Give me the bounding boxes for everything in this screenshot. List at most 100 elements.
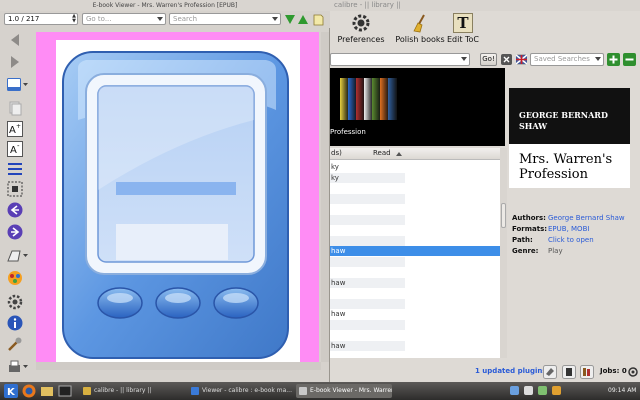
book-page-view[interactable] (36, 32, 319, 362)
detail-key: Genre: (512, 247, 539, 255)
page-number-spinbox[interactable]: 1.0 / 217 ▲ ▼ (4, 13, 78, 25)
table-row[interactable] (330, 225, 405, 235)
table-row[interactable] (330, 214, 405, 225)
updated-plugins-link[interactable]: 1 updated plugins (475, 367, 547, 375)
toggle-toc-icon[interactable] (7, 77, 29, 93)
volume-icon[interactable] (524, 386, 533, 395)
table-row[interactable] (330, 193, 405, 204)
horizontal-scrollbar[interactable] (36, 362, 321, 370)
preferences-button[interactable]: Preferences (336, 13, 386, 47)
table-row[interactable] (330, 267, 405, 277)
table-row[interactable] (330, 235, 405, 246)
taskbar-task[interactable]: E-book Viewer - Mrs. Warren's Pr... (296, 384, 392, 398)
previous-page-icon[interactable] (7, 202, 23, 218)
saved-searches-combo[interactable]: Saved Searches (530, 53, 604, 66)
table-row[interactable] (330, 288, 405, 298)
flag-icon[interactable] (516, 54, 527, 65)
search-input[interactable]: Search (169, 13, 281, 25)
delete-search-icon[interactable] (623, 53, 636, 66)
calibre-search-row: Go! Saved Searches (330, 50, 640, 68)
battery-icon[interactable] (538, 386, 547, 395)
goto-placeholder: Go to... (86, 15, 112, 23)
svg-text:K: K (7, 387, 16, 398)
theme-icon[interactable] (7, 270, 23, 286)
network-icon[interactable] (510, 386, 519, 395)
calibre-search-combo[interactable] (330, 53, 470, 66)
detail-row: Genre: Play (512, 246, 640, 257)
next-page-icon[interactable] (7, 224, 23, 240)
detail-value[interactable]: EPUB, MOBI (548, 224, 589, 235)
info-icon[interactable] (7, 315, 23, 331)
forward-arrow-icon[interactable] (7, 54, 23, 70)
column-title-header[interactable]: ds) (331, 148, 342, 159)
column-read-header[interactable]: Read (373, 148, 391, 159)
files-icon[interactable] (40, 384, 54, 398)
book-list-table[interactable]: ds) Read ky ky haw haw haw haw (330, 148, 500, 372)
table-row[interactable] (330, 204, 405, 214)
print-icon[interactable] (7, 359, 29, 375)
table-row[interactable] (330, 351, 405, 361)
svg-text:A: A (10, 145, 17, 156)
font-size-larger-icon[interactable]: A + (7, 121, 23, 137)
eraser-icon[interactable] (543, 365, 557, 379)
save-search-icon[interactable] (607, 53, 620, 66)
library-icon[interactable] (580, 365, 594, 379)
table-row[interactable] (330, 256, 405, 267)
tools-icon[interactable] (7, 336, 23, 352)
table-row[interactable]: haw (330, 340, 405, 351)
table-of-contents-icon[interactable] (7, 161, 23, 177)
find-previous-icon[interactable] (298, 15, 308, 24)
bookmark-icon[interactable] (7, 248, 29, 264)
book-page (56, 40, 300, 362)
splitter-handle[interactable] (501, 203, 506, 228)
table-row[interactable] (330, 330, 405, 340)
table-row[interactable]: haw (330, 309, 405, 319)
goto-input[interactable]: Go to... (82, 13, 166, 25)
cover-title: Mrs. Warren's Profession (509, 144, 630, 188)
taskbar-task[interactable]: calibre - || library || (80, 384, 184, 398)
chevron-down-icon (461, 57, 467, 61)
copy-icon[interactable] (7, 100, 23, 116)
back-arrow-icon[interactable] (7, 32, 23, 48)
gear-icon (352, 14, 370, 32)
preferences-label: Preferences (337, 35, 385, 44)
updates-icon[interactable] (552, 386, 561, 395)
detail-value: Play (548, 247, 563, 255)
edit-toc-button[interactable]: T Edit ToC (446, 13, 480, 47)
chevron-down-icon (272, 17, 278, 21)
chevron-down-icon (595, 57, 601, 61)
firefox-icon[interactable] (22, 384, 36, 398)
polish-books-button[interactable]: Polish books (394, 13, 446, 47)
spin-arrows-icon[interactable]: ▲ ▼ (72, 14, 76, 24)
cover-browser[interactable]: Profession (330, 68, 505, 146)
book-cover-preview[interactable]: GEORGE BERNARD SHAW Mrs. Warren's Profes… (509, 88, 630, 188)
table-row[interactable]: haw (330, 277, 405, 288)
go-button[interactable]: Go! (480, 53, 497, 66)
detail-value[interactable]: George Bernard Shaw (548, 213, 625, 224)
table-row[interactable]: haw (330, 246, 500, 256)
font-size-smaller-icon[interactable]: A- (7, 141, 23, 157)
viewer-top-toolbar: 1.0 / 217 ▲ ▼ Go to... Search (0, 11, 330, 28)
saved-searches-placeholder: Saved Searches (534, 55, 590, 63)
table-row[interactable] (330, 298, 405, 309)
table-row[interactable]: ky (330, 172, 405, 183)
jobs-status[interactable]: Jobs: 0 (600, 367, 627, 375)
table-row[interactable] (330, 183, 405, 193)
detail-value[interactable]: Click to open (548, 235, 594, 246)
svg-text:+: + (16, 123, 21, 130)
preferences-icon[interactable] (7, 294, 23, 310)
terminal-icon[interactable] (58, 384, 72, 398)
table-row[interactable] (330, 319, 405, 330)
vertical-scrollbar[interactable] (321, 32, 329, 362)
splitter[interactable] (500, 148, 507, 358)
note-icon[interactable] (313, 14, 324, 26)
fullscreen-icon[interactable] (7, 181, 23, 197)
find-next-icon[interactable] (285, 15, 295, 24)
kde-menu-icon[interactable]: K (4, 384, 18, 398)
table-row[interactable]: ky (330, 162, 405, 172)
device-icon[interactable] (562, 365, 576, 379)
clear-search-icon[interactable] (501, 54, 512, 65)
cover-flow-book[interactable] (388, 78, 397, 120)
taskbar-task[interactable]: Viewer - calibre : e-book ma... (188, 384, 292, 398)
detail-key: Path: (512, 236, 533, 244)
